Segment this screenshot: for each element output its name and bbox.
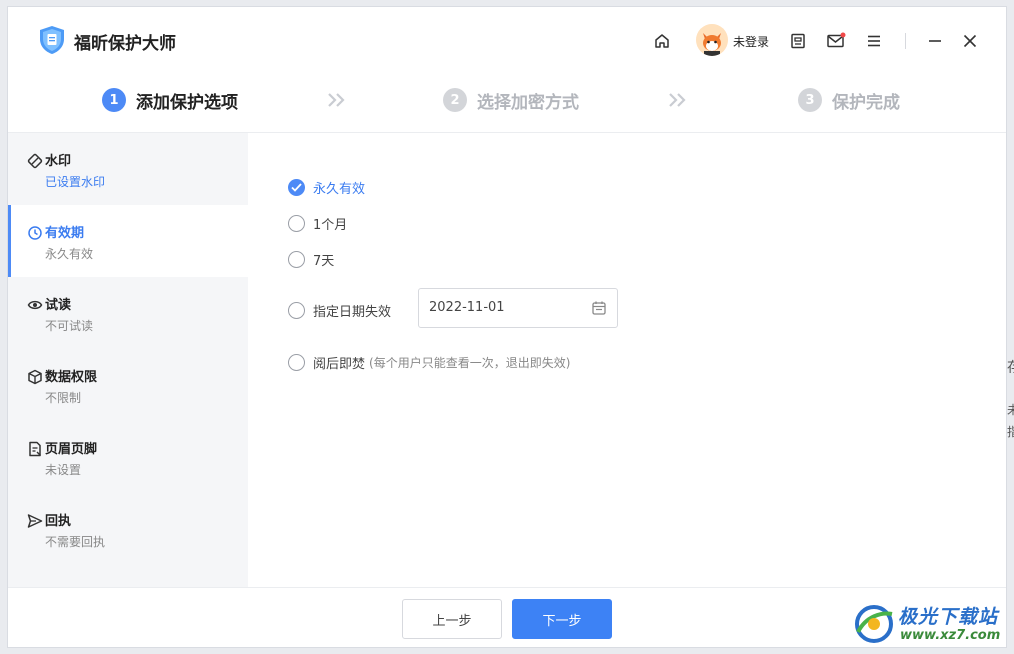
- step-3: 3 保护完成: [798, 87, 900, 113]
- edge-text: 存: [1007, 357, 1014, 377]
- calendar-icon[interactable]: [591, 300, 607, 316]
- titlebar-divider: [905, 33, 906, 49]
- date-input[interactable]: 2022-11-01: [418, 288, 618, 328]
- send-icon: [27, 514, 43, 528]
- title-bar: 福昕保护大师 未登录: [8, 7, 1006, 75]
- next-step-button[interactable]: 下一步: [512, 599, 612, 639]
- sidebar-item-header-footer[interactable]: 页眉页脚 未设置: [8, 421, 248, 493]
- page-edit-icon: [29, 441, 41, 457]
- sidebar-item-title: 页眉页脚: [45, 442, 98, 457]
- app-window: 福昕保护大师 未登录 1 添加保护选项 2 选择加密方式 3 保护完成 水印 已…: [7, 6, 1007, 648]
- radio-checked-icon[interactable]: [288, 178, 305, 196]
- radio-button[interactable]: [288, 214, 305, 232]
- site-watermark: 极光下载站 www.xz7.com: [852, 600, 1012, 650]
- app-title: 福昕保护大师: [74, 34, 176, 54]
- step-number: 2: [443, 88, 467, 112]
- sidebar-item-title: 数据权限: [45, 370, 98, 385]
- sidebar-item-title: 试读: [45, 298, 72, 313]
- sidebar-item-title: 有效期: [45, 226, 85, 241]
- sidebar-item-status: 已设置水印: [45, 175, 106, 189]
- sidebar-item-status: 不需要回执: [45, 535, 106, 549]
- step-label: 选择加密方式: [477, 92, 579, 113]
- step-1: 1 添加保护选项: [102, 87, 238, 113]
- validity-panel: 永久有效 1个月 7天 指定日期失效 2022-11-01 阅后即焚 (每个用户…: [248, 133, 1006, 587]
- sidebar-item-data-permission[interactable]: 数据权限 不限制: [8, 349, 248, 421]
- date-value[interactable]: 2022-11-01: [429, 300, 505, 315]
- option-label: 7天: [313, 253, 335, 269]
- previous-step-button[interactable]: 上一步: [402, 599, 502, 639]
- sidebar-item-receipt[interactable]: 回执 不需要回执: [8, 493, 248, 565]
- sidebar-item-preview[interactable]: 试读 不可试读: [8, 277, 248, 349]
- step-number: 3: [798, 88, 822, 112]
- radio-button[interactable]: [288, 353, 305, 371]
- sidebar-item-status: 不限制: [45, 391, 82, 405]
- option-label: 指定日期失效: [313, 304, 392, 320]
- edge-text: 未: [1007, 403, 1014, 417]
- sidebar-item-status: 未设置: [45, 463, 82, 477]
- home-icon[interactable]: [652, 31, 672, 51]
- option-burn-after-reading[interactable]: 阅后即焚 (每个用户只能查看一次，退出即失效): [288, 352, 570, 372]
- sidebar-item-title: 回执: [45, 514, 72, 529]
- sidebar-item-status: 永久有效: [45, 247, 94, 261]
- sidebar-item-title: 水印: [45, 154, 72, 169]
- radio-button[interactable]: [288, 301, 305, 319]
- edge-text: 指: [1007, 425, 1014, 439]
- option-one-month[interactable]: 1个月: [288, 213, 347, 233]
- step-number: 1: [102, 88, 126, 112]
- sidebar: 水印 已设置水印 有效期 永久有效 试读 不可试读 数据权限 不限制 页眉页脚 …: [8, 133, 248, 587]
- eye-icon: [27, 300, 43, 310]
- menu-icon[interactable]: [864, 31, 884, 51]
- step-2: 2 选择加密方式: [443, 87, 579, 113]
- option-hint: (每个用户只能查看一次，退出即失效): [369, 355, 571, 370]
- watermark-url: www.xz7.com: [900, 628, 1001, 643]
- radio-button[interactable]: [288, 250, 305, 268]
- option-label: 1个月: [313, 217, 348, 233]
- avatar[interactable]: [696, 24, 728, 56]
- sidebar-item-status: 不可试读: [45, 319, 94, 333]
- sidebar-item-validity[interactable]: 有效期 永久有效: [8, 205, 248, 277]
- watermark-title: 极光下载站: [898, 606, 999, 628]
- step-indicator: 1 添加保护选项 2 选择加密方式 3 保护完成: [8, 75, 1006, 133]
- watermark-logo-icon: [855, 605, 893, 643]
- option-specific-date[interactable]: 指定日期失效: [288, 300, 391, 320]
- step-label: 添加保护选项: [136, 92, 238, 113]
- step-label: 保护完成: [832, 92, 900, 113]
- mail-icon[interactable]: [826, 31, 846, 51]
- option-permanent[interactable]: 永久有效: [288, 177, 365, 197]
- close-icon[interactable]: [960, 31, 980, 51]
- document-scan-icon[interactable]: [788, 31, 808, 51]
- app-logo-icon: [40, 26, 64, 54]
- chevron-double-right-icon: [669, 93, 686, 107]
- option-label: 永久有效: [313, 181, 366, 197]
- option-label: 阅后即焚: [313, 356, 366, 372]
- login-status[interactable]: 未登录: [733, 33, 769, 50]
- minimize-icon[interactable]: [925, 31, 945, 51]
- watermark-icon: [27, 153, 43, 169]
- chevron-double-right-icon: [328, 93, 345, 107]
- sidebar-item-watermark[interactable]: 水印 已设置水印: [8, 133, 248, 205]
- option-seven-days[interactable]: 7天: [288, 249, 334, 269]
- cube-icon: [28, 369, 42, 385]
- clock-icon: [28, 226, 42, 240]
